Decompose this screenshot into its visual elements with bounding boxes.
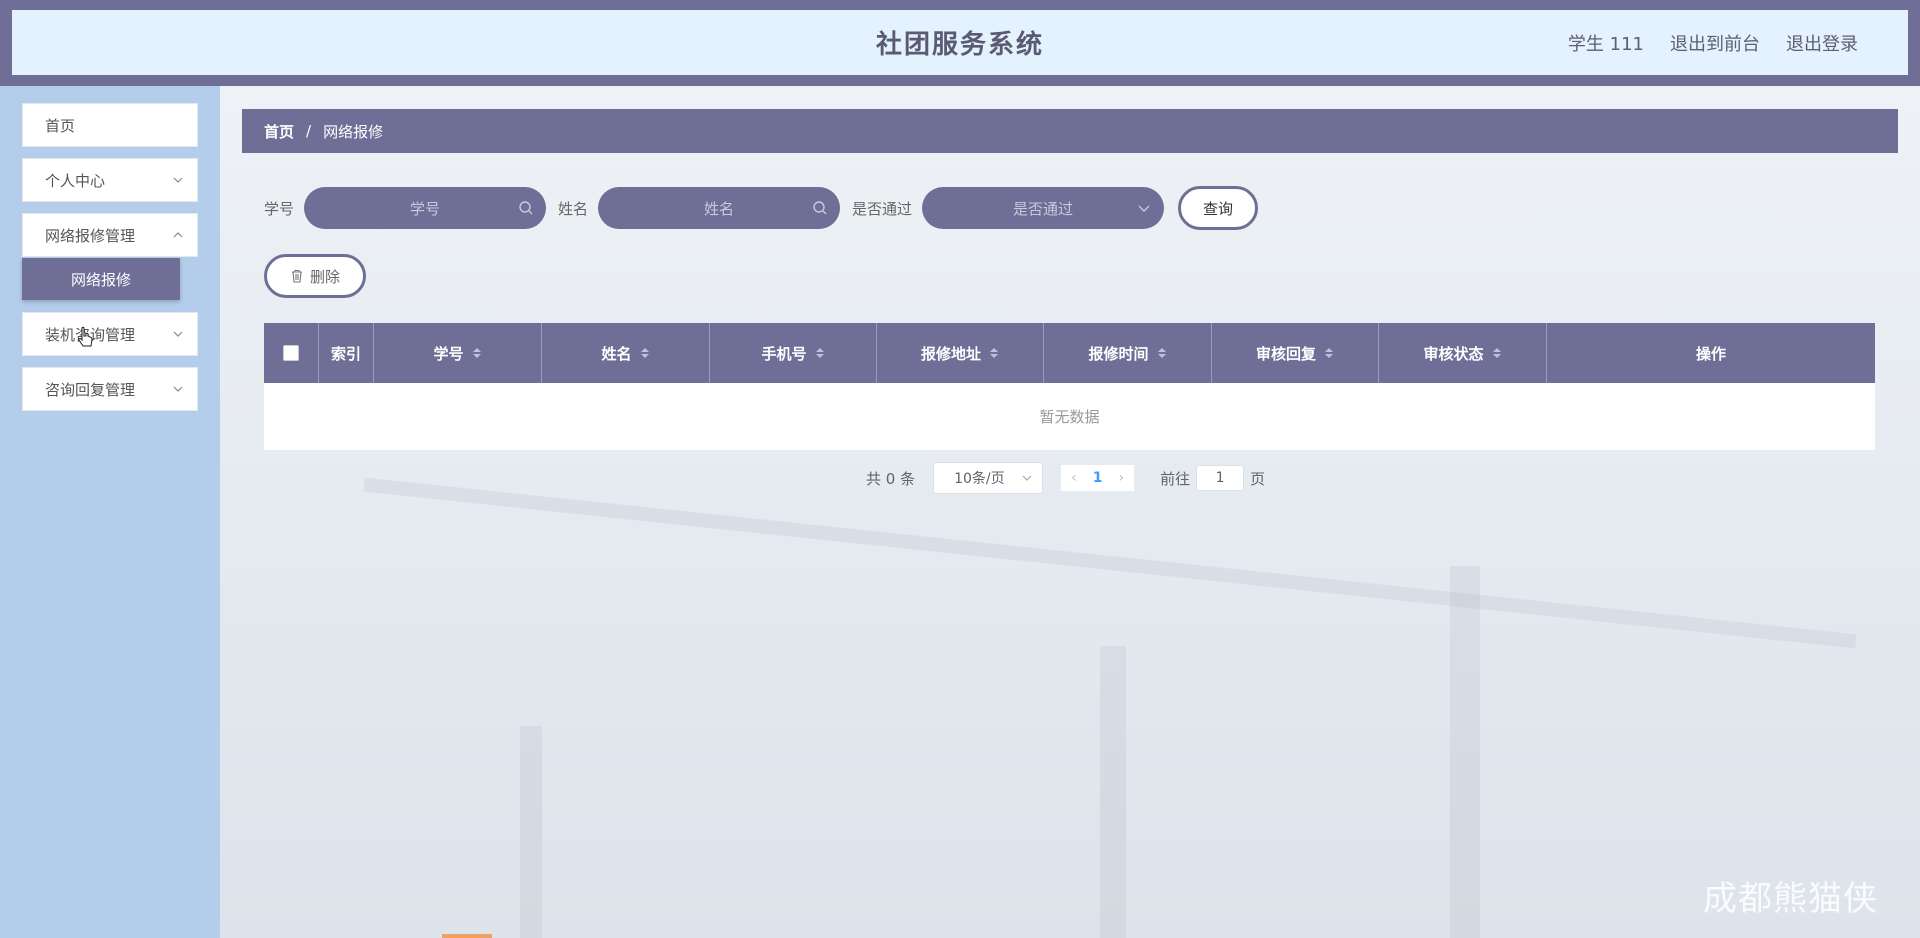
sort-icon[interactable] [815, 346, 825, 360]
exit-to-front-link[interactable]: 退出到前台 [1670, 30, 1760, 56]
page-size-select[interactable]: 10条/页 [933, 462, 1044, 494]
query-button[interactable]: 查询 [1178, 186, 1259, 230]
goto-prefix: 前往 [1160, 469, 1191, 488]
header-actions: 学生 111 退出到前台 退出登录 [1568, 10, 1858, 75]
sort-icon[interactable] [472, 346, 482, 360]
column-header-label: 报修时间 [1088, 344, 1149, 363]
background-post [1450, 566, 1480, 938]
main-content: 首页 / 网络报修 学号 学号 姓名 姓名 是否通过 是否通过 查询 删除 索引… [220, 86, 1920, 938]
top-header: 社团服务系统 学生 111 退出到前台 退出登录 [0, 0, 1920, 86]
table-header: 索引 学号 姓名 手机号 报修地址 报修时间 审核回复 审核状态 操作 [264, 323, 1875, 383]
chevron-down-icon [173, 177, 183, 183]
column-name[interactable]: 姓名 [542, 323, 710, 383]
breadcrumb-current: 网络报修 [323, 122, 384, 141]
column-header-label: 手机号 [761, 344, 807, 363]
name-placeholder: 姓名 [704, 199, 735, 218]
mouse-pointer-icon [78, 326, 93, 347]
column-header-label: 姓名 [601, 344, 632, 363]
chevron-down-icon [173, 386, 183, 392]
column-repair-time[interactable]: 报修时间 [1044, 323, 1212, 383]
name-input[interactable]: 姓名 [598, 187, 841, 229]
background-fence [363, 477, 1857, 649]
column-header-label: 审核回复 [1255, 344, 1316, 363]
page-size-value: 10条/页 [954, 471, 1005, 487]
header-bar: 社团服务系统 学生 111 退出到前台 退出登录 [12, 10, 1908, 75]
column-header-label: 报修地址 [920, 344, 981, 363]
sort-icon[interactable] [640, 346, 650, 360]
passed-label: 是否通过 [852, 199, 913, 218]
sidebar-item-install-consult-mgmt[interactable]: 装机咨询管理 [22, 312, 198, 356]
student-no-placeholder: 学号 [410, 199, 441, 218]
prev-page-icon[interactable]: ‹ [1071, 470, 1077, 486]
column-header-label: 学号 [433, 344, 464, 363]
chevron-down-icon [173, 331, 183, 337]
passed-select[interactable]: 是否通过 [922, 187, 1165, 229]
column-actions: 操作 [1547, 323, 1875, 383]
select-all-cell [264, 323, 319, 383]
sort-icon[interactable] [1157, 346, 1167, 360]
search-icon [519, 201, 533, 215]
sidebar-subitem-network-repair[interactable]: 网络报修 [22, 258, 180, 300]
sidebar-item-label: 首页 [45, 116, 76, 135]
sidebar-item-network-repair-mgmt[interactable]: 网络报修管理 [22, 213, 198, 257]
breadcrumb: 首页 / 网络报修 [242, 109, 1898, 153]
select-all-checkbox[interactable] [283, 345, 299, 361]
chevron-up-icon [173, 232, 183, 238]
sidebar-item-home[interactable]: 首页 [22, 103, 198, 147]
background-post [1100, 646, 1126, 938]
student-no-label: 学号 [264, 199, 295, 218]
delete-button[interactable]: 删除 [264, 254, 366, 298]
logout-link[interactable]: 退出登录 [1786, 30, 1858, 56]
data-table: 索引 学号 姓名 手机号 报修地址 报修时间 审核回复 审核状态 操作 暂无数据 [264, 323, 1875, 450]
pager: ‹ 1 › [1061, 465, 1135, 491]
empty-message: 暂无数据 [1039, 408, 1100, 426]
sidebar-item-label: 个人中心 [45, 171, 106, 190]
sort-icon[interactable] [1492, 346, 1502, 360]
sidebar: 首页 个人中心 网络报修管理 网络报修 装机咨询管理 咨询回复管理 [0, 86, 220, 938]
next-page-icon[interactable]: › [1118, 470, 1124, 486]
current-user: 学生 111 [1567, 33, 1644, 55]
delete-label: 删除 [309, 267, 340, 286]
goto-suffix: 页 [1250, 469, 1266, 488]
page-number[interactable]: 1 [1093, 470, 1103, 486]
column-review-reply[interactable]: 审核回复 [1212, 323, 1379, 383]
column-review-status[interactable]: 审核状态 [1379, 323, 1547, 383]
search-form: 学号 学号 姓名 姓名 是否通过 是否通过 查询 [264, 186, 1259, 230]
passed-placeholder: 是否通过 [1013, 199, 1074, 218]
background-post [520, 726, 542, 938]
sort-icon[interactable] [1324, 346, 1334, 360]
column-header-label: 操作 [1695, 344, 1726, 363]
column-phone[interactable]: 手机号 [710, 323, 877, 383]
breadcrumb-separator: / [306, 122, 312, 140]
column-repair-address[interactable]: 报修地址 [877, 323, 1044, 383]
sidebar-item-consult-reply-mgmt[interactable]: 咨询回复管理 [22, 367, 198, 411]
column-student-no[interactable]: 学号 [374, 323, 542, 383]
sidebar-item-label: 咨询回复管理 [45, 380, 136, 399]
trash-icon [291, 269, 302, 283]
column-header-label: 审核状态 [1423, 344, 1484, 363]
table-body: 暂无数据 [264, 383, 1875, 450]
breadcrumb-home[interactable]: 首页 [264, 121, 294, 142]
search-icon [813, 201, 827, 215]
taskbar-indicator [442, 934, 492, 938]
student-no-input[interactable]: 学号 [304, 187, 547, 229]
sort-icon[interactable] [989, 346, 999, 360]
chevron-down-icon [1138, 205, 1150, 212]
total-count: 共 0 条 [866, 469, 916, 488]
watermark-text: 成都熊猫侠 [1703, 879, 1878, 919]
column-index: 索引 [319, 323, 374, 383]
chevron-down-icon [1022, 475, 1032, 481]
pagination: 共 0 条 10条/页 ‹ 1 › 前往 1 页 [866, 462, 1265, 494]
sidebar-item-personal-center[interactable]: 个人中心 [22, 158, 198, 202]
app-title: 社团服务系统 [875, 30, 1044, 60]
name-label: 姓名 [558, 199, 589, 218]
goto-page-input[interactable]: 1 [1196, 465, 1245, 491]
column-header-label: 索引 [330, 344, 361, 363]
sidebar-item-label: 网络报修管理 [45, 226, 136, 245]
